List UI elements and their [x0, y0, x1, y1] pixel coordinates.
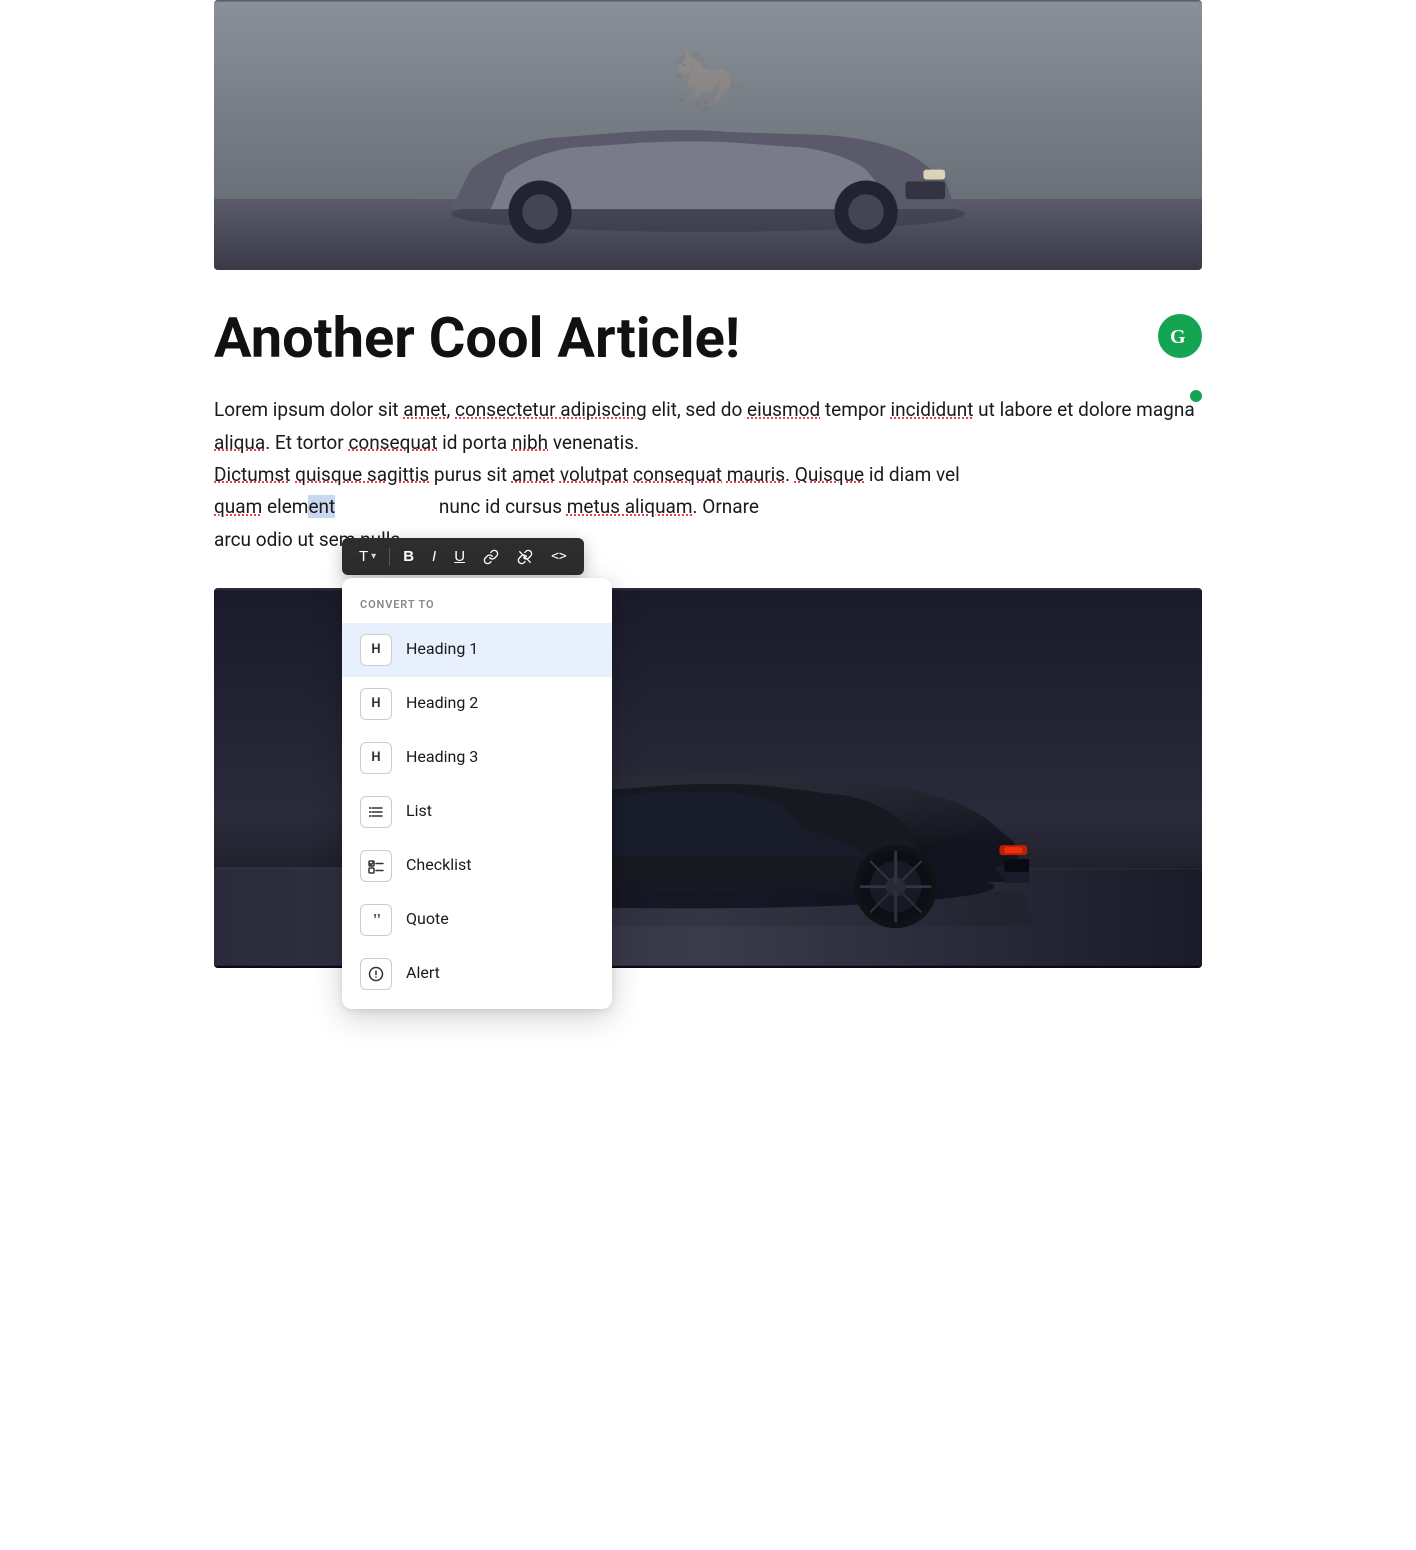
heading1-icon: H [360, 634, 392, 666]
list-icon [360, 796, 392, 828]
svg-text:🐎: 🐎 [671, 46, 745, 115]
svg-text:G: G [1170, 326, 1186, 348]
underline-button[interactable]: U [447, 544, 472, 569]
selected-text: ent [308, 495, 335, 518]
quote-label: Quote [406, 906, 449, 932]
article-title-row: Another Cool Article! G [214, 306, 1202, 370]
code-button[interactable]: <> [544, 545, 574, 568]
underline-quam: quam [214, 495, 262, 518]
heading1-label: Heading 1 [406, 636, 478, 662]
convert-to-heading2[interactable]: H Heading 2 [342, 677, 612, 731]
checklist-icon [360, 850, 392, 882]
underline-volutpat: volutpat [560, 463, 628, 486]
underline-metus: metus aliquam [567, 495, 693, 518]
alert-label: Alert [406, 960, 440, 986]
underline-consequat2: consequat [633, 463, 722, 486]
grammarly-button[interactable]: G [1158, 314, 1202, 358]
underline-nibh: nibh [512, 431, 548, 454]
underline-consequat: consequat [348, 431, 437, 454]
underline-amet: amet [403, 398, 446, 421]
article-title: Another Cool Article! [214, 306, 740, 370]
italic-button[interactable]: I [425, 544, 443, 569]
heading2-label: Heading 2 [406, 690, 478, 716]
heading3-icon: H [360, 742, 392, 774]
article-body[interactable]: Lorem ipsum dolor sit amet, consectetur … [214, 394, 1202, 555]
convert-to-alert[interactable]: Alert [342, 947, 612, 1001]
underline-consectetur: consectetur adipiscing [455, 398, 647, 421]
convert-to-heading3[interactable]: H Heading 3 [342, 731, 612, 785]
link-button[interactable] [476, 545, 506, 569]
convert-to-dropdown: CONVERT TO H Heading 1 H Heading 2 H Hea… [342, 578, 612, 1008]
quote-icon: " [360, 904, 392, 936]
text-type-label: T [359, 548, 368, 565]
underline-amet2: amet [512, 463, 555, 486]
heading3-label: Heading 3 [406, 744, 478, 770]
chevron-down-icon: ▾ [371, 551, 376, 562]
underline-aliqua: aliqua [214, 431, 265, 454]
unlink-button[interactable] [510, 545, 540, 569]
heading2-icon: H [360, 688, 392, 720]
underline-dictumst: Dictumst [214, 463, 290, 486]
convert-to-checklist[interactable]: Checklist [342, 839, 612, 893]
text-type-button[interactable]: T ▾ [352, 544, 383, 569]
underline-quisque: quisque sagittis [295, 463, 429, 486]
bold-button[interactable]: B [396, 544, 421, 569]
convert-to-quote[interactable]: " Quote [342, 893, 612, 947]
convert-to-label: CONVERT TO [342, 586, 612, 622]
convert-to-heading1[interactable]: H Heading 1 [342, 623, 612, 677]
checklist-label: Checklist [406, 852, 471, 878]
underline-mauris: mauris [727, 463, 785, 486]
underline-incididunt: incididunt [891, 398, 974, 421]
toolbar-divider-1 [389, 548, 390, 566]
underline-eiusmod: eiusmod [747, 398, 820, 421]
hero-image: 🐎 [214, 0, 1202, 270]
underline-quisque2: Quisque [795, 463, 864, 486]
convert-to-list[interactable]: List [342, 785, 612, 839]
inline-toolbar: T ▾ B I U [342, 538, 584, 575]
green-dot-indicator [1190, 390, 1202, 402]
alert-icon [360, 958, 392, 990]
list-label: List [406, 798, 432, 824]
